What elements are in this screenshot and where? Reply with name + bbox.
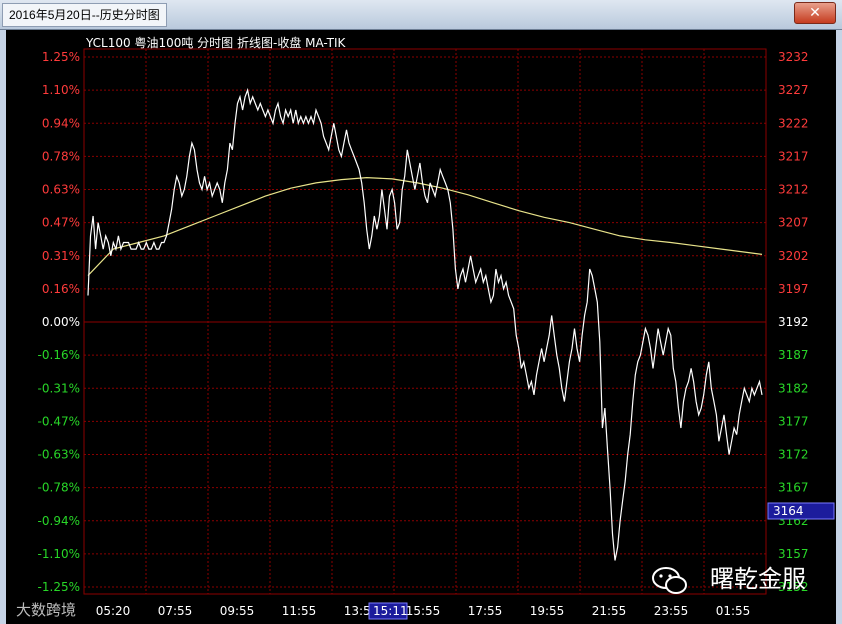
y-tick-pct: 0.63% <box>42 183 80 197</box>
y-tick-pct: -0.47% <box>38 414 80 428</box>
y-tick-price: 3212 <box>778 183 809 197</box>
y-tick-price: 3192 <box>778 315 809 329</box>
y-tick-price: 3187 <box>778 348 809 362</box>
y-tick-pct: 0.00% <box>42 315 80 329</box>
y-tick-price: 3182 <box>778 381 809 395</box>
x-tick-label: 23:55 <box>654 604 689 618</box>
grid-layer <box>83 48 767 595</box>
y-tick-price: 3167 <box>778 481 809 495</box>
cursor-time-label: 15:11 <box>373 604 408 618</box>
y-tick-price: 3232 <box>778 50 809 64</box>
x-tick-label: 17:55 <box>468 604 503 618</box>
left-axis-pct: 1.25% 1.10% 0.94% 0.78% 0.63% 0.47% 0.31% 0.16%… <box>38 50 80 594</box>
current-price-label: 3164 <box>773 504 804 518</box>
intraday-chart[interactable]: YCL100 粤油100吨 分时图 折线图-收盘 MA-TIK 1.25% 1.1… <box>6 30 836 624</box>
time-cursor-box: 15:11 <box>368 602 408 620</box>
y-tick-pct: -0.31% <box>38 381 80 395</box>
close-button[interactable]: ✕ <box>794 2 836 24</box>
x-tick-label: 01:55 <box>716 604 751 618</box>
x-tick-label: 09:55 <box>220 604 255 618</box>
y-tick-pct: 1.10% <box>42 83 80 97</box>
price-line <box>87 87 763 561</box>
y-tick-pct: -1.10% <box>38 547 80 561</box>
chart-header: YCL100 粤油100吨 分时图 折线图-收盘 MA-TIK <box>85 35 347 50</box>
y-tick-price: 3217 <box>778 149 809 163</box>
y-tick-price: 3207 <box>778 216 809 230</box>
y-tick-pct: 0.94% <box>42 116 80 130</box>
y-tick-pct: -0.63% <box>38 448 80 462</box>
y-tick-price: 3177 <box>778 414 809 428</box>
y-tick-pct: 1.25% <box>42 50 80 64</box>
bottom-axis-time: 05:20 07:55 09:55 11:55 13:55 15:55 17:55 19:55… <box>96 604 751 618</box>
y-tick-pct: -1.25% <box>38 580 80 594</box>
x-tick-label: 19:55 <box>530 604 565 618</box>
y-tick-pct: 0.16% <box>42 282 80 296</box>
wechat-icon <box>652 567 687 594</box>
x-tick-label: 21:55 <box>592 604 627 618</box>
chart-frame: YCL100 粤油100吨 分时图 折线图-收盘 MA-TIK 1.25% 1.1… <box>0 30 842 624</box>
watermark-left: 大数跨境 <box>16 601 77 619</box>
y-tick-price: 3222 <box>778 116 809 130</box>
y-tick-price: 3227 <box>778 83 809 97</box>
y-tick-pct: -0.94% <box>38 514 80 528</box>
x-tick-label: 07:55 <box>158 604 193 618</box>
y-tick-pct: -0.78% <box>38 481 80 495</box>
x-tick-label: 15:55 <box>406 604 441 618</box>
window-title-tab[interactable]: 2016年5月20日--历史分时图 <box>2 3 167 27</box>
x-tick-label: 11:55 <box>282 604 317 618</box>
y-tick-price: 3197 <box>778 282 809 296</box>
current-price-box: 3164 <box>767 502 835 520</box>
watermark-brand: 曙乾金服 <box>710 565 806 593</box>
y-tick-price: 3172 <box>778 448 809 462</box>
y-tick-pct: 0.31% <box>42 249 80 263</box>
y-tick-pct: 0.47% <box>42 216 80 230</box>
y-tick-price: 3202 <box>778 249 809 263</box>
window-titlebar: 2016年5月20日--历史分时图 ✕ <box>0 0 842 30</box>
y-tick-pct: 0.78% <box>42 149 80 163</box>
y-tick-pct: -0.16% <box>38 348 80 362</box>
average-price-line <box>87 176 763 277</box>
x-tick-label: 05:20 <box>96 604 131 618</box>
